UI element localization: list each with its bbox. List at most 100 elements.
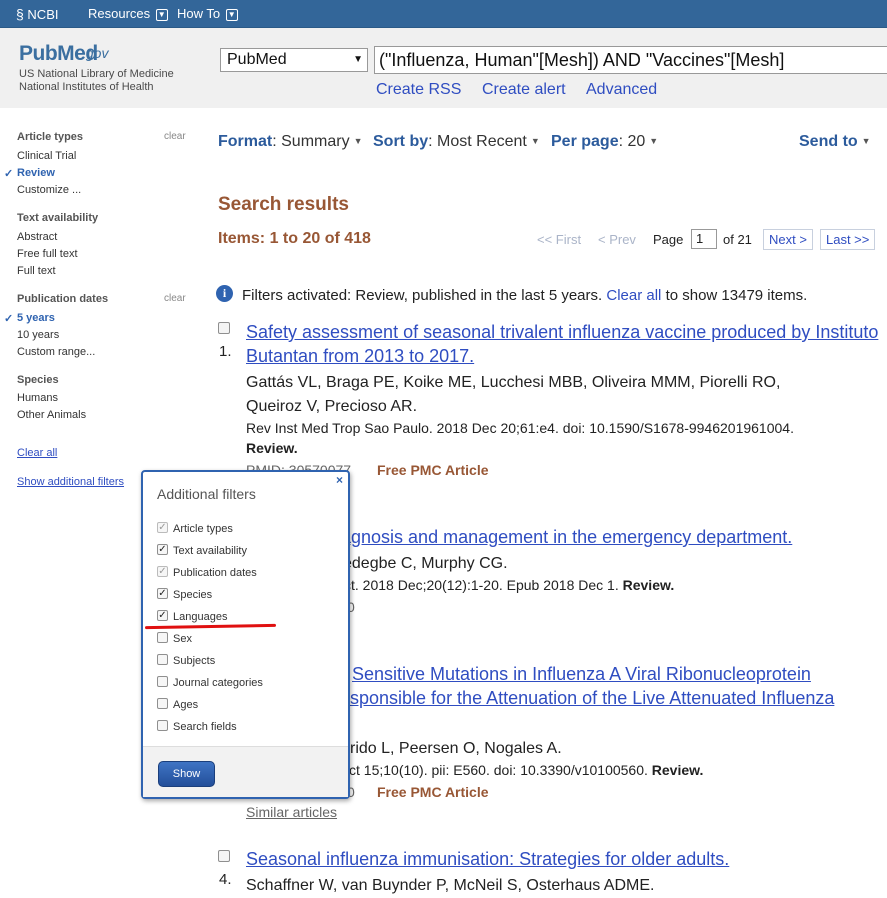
send-to-menu[interactable]: Send to ▼ [799, 133, 871, 151]
result-citation-text: ct 15;10(10). pii: E560. doi: 10.3390/v1… [349, 762, 648, 778]
close-icon[interactable]: × [336, 473, 343, 487]
next-page-button[interactable]: Next > [763, 229, 813, 250]
filter-option-label: Languages [173, 611, 228, 623]
result-title[interactable]: Sensitive Mutations in Influenza A Viral… [352, 662, 811, 686]
filter-option-label: Sex [173, 633, 192, 645]
checkbox-unchecked[interactable] [157, 654, 168, 665]
sort-value: Most Recent [437, 133, 527, 150]
advanced-link[interactable]: Advanced [586, 81, 657, 99]
dropdown-arrow-icon: ▼ [861, 136, 871, 146]
page-label: Page [653, 232, 684, 247]
sidebar-heading-publication-dates: Publication dates [17, 293, 109, 305]
checkbox-checked[interactable]: ✓ [157, 588, 168, 599]
sidebar-item-clinical-trial[interactable]: Clinical Trial [17, 150, 76, 162]
result-citation: ct. 2018 Dec;20(12):1-20. Epub 2018 Dec … [344, 577, 674, 593]
result-title[interactable]: Safety assessment of seasonal trivalent … [246, 320, 878, 344]
search-input[interactable]: ("Influenza, Human"[Mesh]) AND "Vaccines… [374, 46, 887, 74]
dropdown-arrow-icon: ▼ [530, 136, 540, 146]
sidebar-item-5-years[interactable]: ✓ 5 years [4, 312, 55, 325]
checkbox-checked[interactable]: ✓ [157, 544, 168, 555]
sidebar-heading-text-availability: Text availability [17, 212, 99, 224]
database-select[interactable]: PubMed ▼ [220, 48, 368, 72]
filter-option-label: Species [173, 589, 213, 601]
article-types-clear[interactable]: clear [164, 131, 186, 142]
how-to-menu[interactable]: How To ▼ [177, 6, 238, 21]
sidebar-item-full-text[interactable]: Full text [17, 265, 56, 277]
page-total: of 21 [723, 232, 752, 247]
sidebar-heading-article-types: Article types [17, 131, 84, 143]
ncbi-top-bar: § NCBI Resources ▼ How To ▼ [0, 0, 887, 28]
sort-menu[interactable]: Sort by: Most Recent ▼ [373, 133, 540, 151]
first-page-link[interactable]: << First [537, 232, 581, 247]
result-review-tag: Review. [651, 762, 704, 778]
clear-all-link[interactable]: Clear all [17, 447, 57, 459]
info-icon: i [216, 285, 233, 302]
database-value: PubMed [227, 51, 287, 68]
result-citation: Rev Inst Med Trop Sao Paulo. 2018 Dec 20… [246, 420, 794, 436]
checkbox-checked-disabled[interactable]: ✓ [157, 522, 168, 533]
create-rss-link[interactable]: Create RSS [376, 81, 461, 99]
sidebar-item-humans[interactable]: Humans [17, 392, 58, 404]
result-checkbox[interactable] [218, 322, 230, 334]
checkbox-checked[interactable]: ✓ [157, 610, 168, 621]
page-number-input[interactable]: 1 [691, 229, 717, 249]
search-results-title: Search results [218, 194, 349, 215]
result-title-line-2[interactable]: Butantan from 2013 to 2017. [246, 344, 474, 368]
last-page-button[interactable]: Last >> [820, 229, 876, 250]
org-line-2: National Institutes of Health [19, 81, 154, 93]
result-authors: Schaffner W, van Buynder P, McNeil S, Os… [246, 877, 655, 894]
dropdown-arrow-icon: ▼ [353, 54, 363, 65]
popup-footer: Show [143, 746, 348, 797]
checkbox-unchecked[interactable] [157, 720, 168, 731]
sidebar-item-5-years-label: 5 years [17, 312, 55, 324]
sidebar-item-abstract[interactable]: Abstract [17, 231, 57, 243]
sidebar-item-review[interactable]: ✓ Review [4, 167, 55, 180]
result-title[interactable]: agnosis and management in the emergency … [341, 525, 792, 549]
format-menu[interactable]: Format: Summary ▼ [218, 133, 363, 151]
checkbox-unchecked[interactable] [157, 632, 168, 643]
ncbi-logo-text: NCBI [27, 7, 59, 22]
create-alert-link[interactable]: Create alert [482, 81, 566, 99]
additional-filters-popup: Additional filters × ✓ Article types ✓ T… [141, 470, 350, 799]
filters-notice: Filters activated: Review, published in … [242, 287, 807, 304]
show-button[interactable]: Show [158, 761, 215, 787]
per-page-value: 20 [627, 133, 646, 150]
notice-clear-all-link[interactable]: Clear all [606, 287, 661, 304]
checkbox-checked-disabled[interactable]: ✓ [157, 566, 168, 577]
sidebar-item-free-full-text[interactable]: Free full text [17, 248, 78, 260]
filter-option-label: Publication dates [173, 567, 257, 579]
format-value: Summary [281, 133, 350, 150]
check-icon: ✓ [4, 313, 14, 325]
result-number: 4. [219, 871, 232, 888]
send-to-label: Send to [799, 133, 858, 150]
sidebar-item-10-years[interactable]: 10 years [17, 329, 59, 341]
result-review-tag: Review. [246, 440, 298, 456]
ncbi-logo[interactable]: § NCBI [16, 6, 58, 22]
resources-menu[interactable]: Resources ▼ [88, 6, 168, 21]
result-title[interactable]: Seasonal influenza immunisation: Strateg… [246, 847, 729, 871]
checkbox-unchecked[interactable] [157, 676, 168, 687]
sidebar-item-custom-range[interactable]: Custom range... [17, 346, 95, 358]
similar-articles-link[interactable]: Similar articles [246, 804, 337, 820]
publication-dates-clear[interactable]: clear [164, 293, 186, 304]
result-title-line-2[interactable]: sponsible for the Attenuation of the Liv… [350, 686, 834, 710]
chevron-down-icon: ▼ [155, 9, 168, 21]
per-page-menu[interactable]: Per page: 20 ▼ [551, 133, 658, 151]
sidebar-item-other-animals[interactable]: Other Animals [17, 409, 86, 421]
pubmed-header: PubMed .gov US National Library of Medic… [0, 28, 887, 108]
sidebar-item-customize[interactable]: Customize ... [17, 184, 81, 196]
items-count: Items: 1 to 20 of 418 [218, 230, 371, 247]
org-line-1: US National Library of Medicine [19, 68, 174, 80]
filter-option-label: Text availability [173, 545, 247, 557]
filter-option-label: Search fields [173, 721, 237, 733]
chevron-down-icon: ▼ [225, 9, 238, 21]
result-number: 1. [219, 343, 232, 360]
result-citation-text: ct. 2018 Dec;20(12):1-20. Epub 2018 Dec … [344, 577, 619, 593]
how-to-label: How To [177, 6, 221, 21]
prev-page-link[interactable]: < Prev [598, 232, 636, 247]
result-authors: rido L, Peersen O, Nogales A. [350, 740, 562, 757]
pubmed-logo-gov: .gov [82, 45, 109, 61]
checkbox-unchecked[interactable] [157, 698, 168, 709]
show-additional-filters-link[interactable]: Show additional filters [17, 476, 124, 488]
result-checkbox[interactable] [218, 850, 230, 862]
